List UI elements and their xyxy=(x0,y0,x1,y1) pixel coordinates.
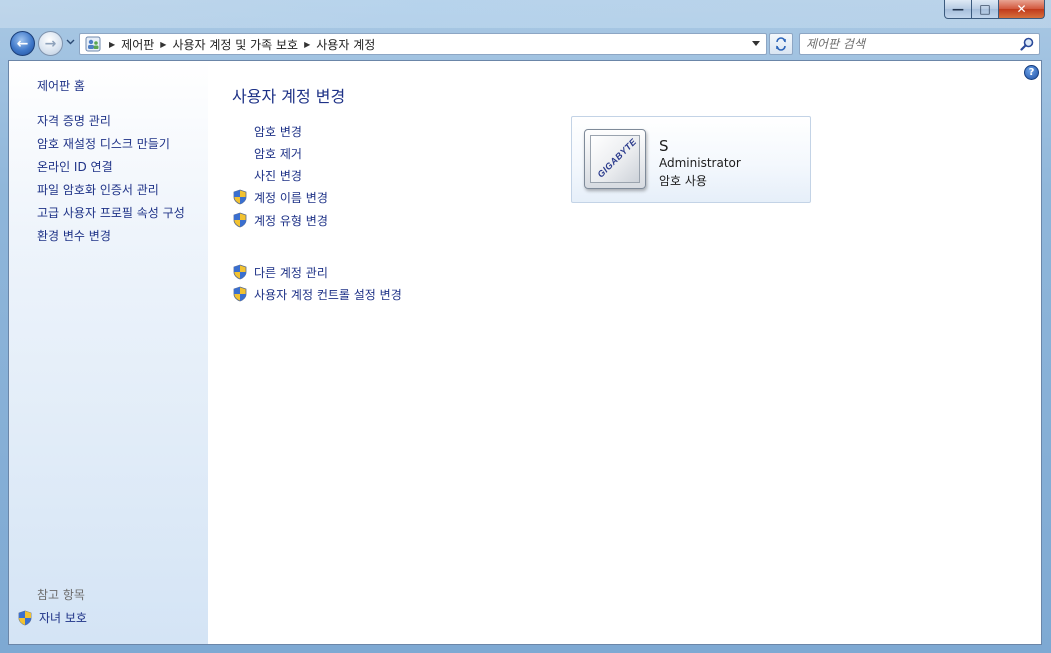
avatar-logo-text: GIGABYTE xyxy=(595,136,639,180)
account-type: Administrator xyxy=(659,156,741,170)
content-area: 제어판 홈 자격 증명 관리 암호 재설정 디스크 만들기 온라인 ID 연결 … xyxy=(8,60,1042,645)
recent-pages-button[interactable] xyxy=(64,37,76,49)
breadcrumb-user-accounts[interactable]: 사용자 계정 xyxy=(316,36,375,53)
back-arrow-icon: ← xyxy=(16,35,29,52)
task-remove-password[interactable]: 암호 제거 xyxy=(254,144,302,162)
task-label: 암호 변경 xyxy=(254,124,302,139)
chevron-down-icon xyxy=(66,39,74,45)
search-box[interactable] xyxy=(799,33,1040,55)
forward-button[interactable]: → xyxy=(38,31,63,56)
avatar-picture: GIGABYTE xyxy=(590,135,640,183)
sidebar-item-label: 자녀 보호 xyxy=(39,611,87,625)
sidebar-link-file-encryption-certs[interactable]: 파일 암호화 인증서 관리 xyxy=(37,181,159,198)
forward-arrow-icon: → xyxy=(44,35,57,52)
navigation-bar: ← → ▶ 제어판 ▶ 사용자 계정 및 가족 보호 ▶ 사용자 계정 제어판 … xyxy=(0,28,1051,60)
minimize-icon: — xyxy=(952,2,964,16)
control-panel-users-icon xyxy=(83,34,103,54)
account-password-status: 암호 사용 xyxy=(659,174,707,188)
address-dropdown-button[interactable] xyxy=(748,36,764,52)
task-label: 암호 제거 xyxy=(254,146,302,161)
task-label: 사진 변경 xyxy=(254,168,302,183)
close-button[interactable]: ✕ xyxy=(999,0,1045,19)
breadcrumb-separator[interactable]: ▶ xyxy=(109,40,115,49)
search-input[interactable] xyxy=(806,36,1006,52)
uac-shield-icon xyxy=(233,286,247,302)
sidebar-link-environment-variables[interactable]: 환경 변수 변경 xyxy=(37,227,111,244)
uac-shield-icon xyxy=(233,264,247,280)
account-card: GIGABYTE S Administrator 암호 사용 xyxy=(571,116,811,203)
sidebar-link-parental-controls[interactable]: 자녀 보호 xyxy=(17,609,87,626)
maximize-button[interactable]: □ xyxy=(972,0,999,19)
task-pane: 제어판 홈 자격 증명 관리 암호 재설정 디스크 만들기 온라인 ID 연결 … xyxy=(9,61,208,644)
window-frame: — □ ✕ ← → ▶ 제어판 ▶ 사용자 계정 및 가족 보호 ▶ 사용자 계… xyxy=(0,0,1051,653)
breadcrumb-separator[interactable]: ▶ xyxy=(160,40,166,49)
task-manage-another-account[interactable]: 다른 계정 관리 xyxy=(232,263,328,281)
refresh-button[interactable] xyxy=(769,33,793,55)
task-label: 계정 유형 변경 xyxy=(254,213,328,228)
close-icon: ✕ xyxy=(1016,2,1027,16)
task-label: 계정 이름 변경 xyxy=(254,190,328,205)
uac-shield-icon xyxy=(18,610,32,625)
task-label: 사용자 계정 컨트롤 설정 변경 xyxy=(254,287,402,302)
back-button[interactable]: ← xyxy=(10,31,35,56)
task-change-picture[interactable]: 사진 변경 xyxy=(254,166,302,184)
sidebar-link-password-reset-disk[interactable]: 암호 재설정 디스크 만들기 xyxy=(37,135,170,152)
task-label: 다른 계정 관리 xyxy=(254,265,328,280)
uac-shield-icon xyxy=(233,212,247,228)
sidebar-link-link-online-id[interactable]: 온라인 ID 연결 xyxy=(37,158,113,175)
task-uac-settings[interactable]: 사용자 계정 컨트롤 설정 변경 xyxy=(232,285,402,303)
search-icon[interactable] xyxy=(1020,37,1034,51)
task-change-account-type[interactable]: 계정 유형 변경 xyxy=(232,211,328,229)
avatar[interactable]: GIGABYTE xyxy=(584,129,646,189)
sidebar-link-advanced-profile-properties[interactable]: 고급 사용자 프로필 속성 구성 xyxy=(37,204,185,221)
see-also-heading: 참고 항목 xyxy=(37,588,85,602)
maximize-icon: □ xyxy=(979,2,991,16)
task-change-account-name[interactable]: 계정 이름 변경 xyxy=(232,188,328,206)
task-change-password[interactable]: 암호 변경 xyxy=(254,122,302,140)
uac-shield-icon xyxy=(233,189,247,205)
dropdown-arrow-icon xyxy=(752,41,760,46)
minimize-button[interactable]: — xyxy=(944,0,972,19)
sidebar-link-control-panel-home[interactable]: 제어판 홈 xyxy=(37,77,85,94)
page-title: 사용자 계정 변경 xyxy=(232,87,346,106)
sidebar-link-credential-manager[interactable]: 자격 증명 관리 xyxy=(37,112,111,129)
refresh-icon xyxy=(776,37,786,51)
address-bar[interactable]: ▶ 제어판 ▶ 사용자 계정 및 가족 보호 ▶ 사용자 계정 xyxy=(79,33,767,55)
breadcrumb-separator[interactable]: ▶ xyxy=(304,40,310,49)
help-icon[interactable]: ? xyxy=(1024,65,1039,80)
caption-buttons: — □ ✕ xyxy=(944,0,1045,20)
account-name: S xyxy=(659,137,669,155)
breadcrumb-user-accounts-family[interactable]: 사용자 계정 및 가족 보호 xyxy=(172,36,298,53)
breadcrumb-control-panel[interactable]: 제어판 xyxy=(121,36,154,53)
title-bar[interactable] xyxy=(0,0,1051,28)
